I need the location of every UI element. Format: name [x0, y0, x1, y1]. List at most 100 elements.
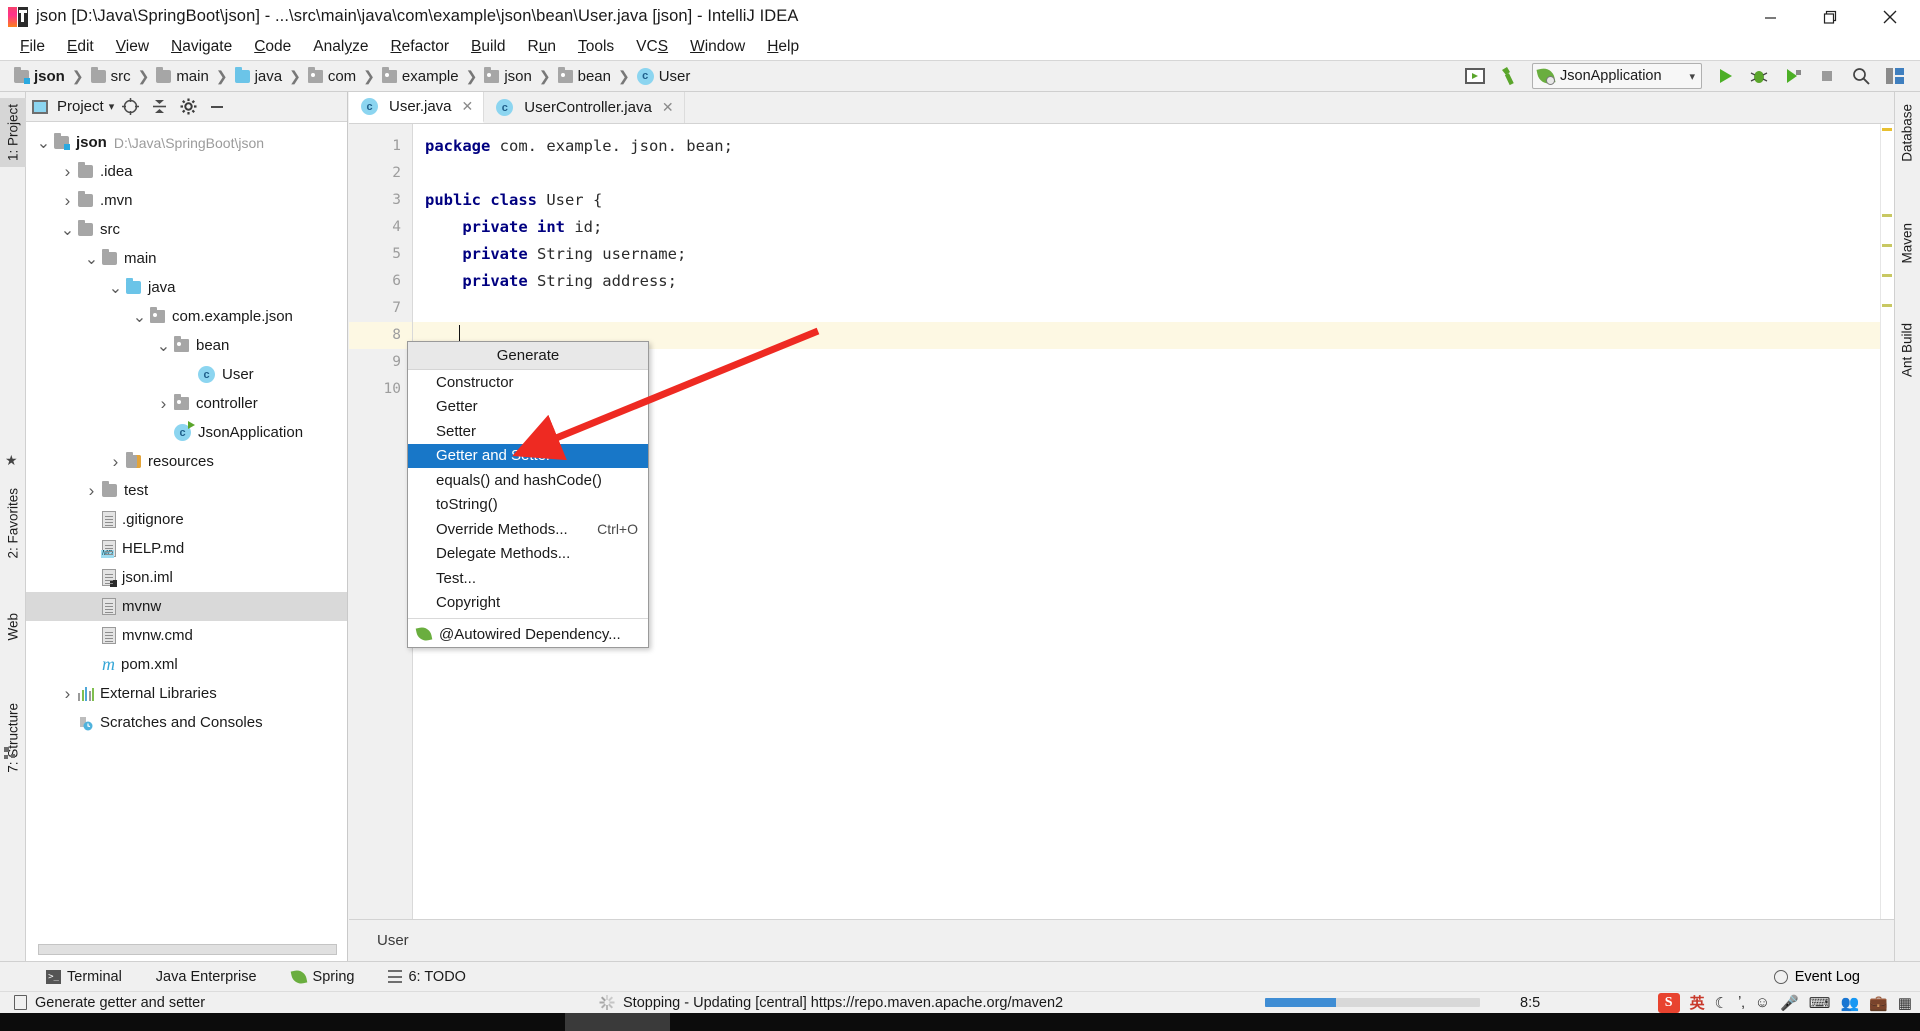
chevron-down-icon[interactable]: ▾ — [109, 100, 115, 113]
ime-users-icon[interactable]: 👥 — [1840, 994, 1859, 1012]
code-marker[interactable] — [1882, 304, 1892, 307]
select-run-target-icon[interactable] — [1460, 62, 1490, 90]
ime-moon-icon[interactable]: ☾ — [1715, 994, 1728, 1012]
search-everywhere-icon[interactable] — [1846, 62, 1876, 90]
tree-node-json-iml[interactable]: json.iml — [26, 563, 347, 592]
menu-file[interactable]: File — [9, 36, 56, 58]
ime-microphone-icon[interactable]: 🎤 — [1780, 994, 1799, 1012]
sogou-ime-icon[interactable]: S — [1657, 992, 1680, 1013]
sidebar-item-database[interactable]: Database — [1894, 98, 1920, 168]
tree-node-com-example-json[interactable]: ⌄ com.example.json — [26, 302, 347, 331]
tree-node-mvn[interactable]: › .mvn — [26, 186, 347, 215]
ime-punctuation-icon[interactable]: ʼ‚ — [1738, 994, 1745, 1011]
menu-refactor[interactable]: Refactor — [379, 36, 460, 58]
caret-position[interactable]: 8:5 — [1520, 995, 1540, 1011]
close-button[interactable] — [1860, 0, 1920, 34]
chevron-down-icon[interactable]: ⌄ — [156, 338, 171, 355]
ime-toolbox-icon[interactable]: 💼 — [1869, 994, 1888, 1012]
chevron-down-icon[interactable]: ⌄ — [84, 251, 99, 268]
ime-emoji-icon[interactable]: ☺ — [1755, 994, 1770, 1011]
menu-item-autowired-dependency[interactable]: @Autowired Dependency... — [408, 622, 648, 647]
scroll-from-source-icon[interactable] — [117, 94, 143, 120]
sidebar-item-project[interactable]: 1: Project — [0, 98, 26, 168]
chevron-down-icon[interactable]: ⌄ — [132, 309, 147, 326]
minimize-button[interactable] — [1740, 0, 1800, 34]
tree-node-mvnw[interactable]: mvnw — [26, 592, 347, 621]
tree-node-scratches-and-consoles[interactable]: Scratches and Consoles — [26, 708, 347, 737]
build-hammer-icon[interactable] — [1494, 62, 1524, 90]
breadcrumb-item-example[interactable]: example — [381, 66, 459, 85]
chevron-right-icon[interactable]: › — [156, 394, 171, 413]
tree-node-bean[interactable]: ⌄ bean — [26, 331, 347, 360]
breadcrumb-item-json[interactable]: json — [484, 66, 532, 85]
code-marker[interactable] — [1882, 274, 1892, 277]
breadcrumb-item-java[interactable]: java — [234, 66, 282, 85]
breadcrumb-item-json[interactable]: json — [14, 66, 65, 85]
tree-node-user[interactable]: c User — [26, 360, 347, 389]
close-icon[interactable]: ✕ — [662, 99, 674, 116]
menu-item-constructor[interactable]: Constructor — [408, 370, 648, 395]
sidebar-item-web[interactable]: Web — [0, 607, 26, 647]
editor-tab-usercontroller-java[interactable]: c UserController.java ✕ — [484, 92, 685, 123]
breadcrumb-item-src[interactable]: src — [90, 66, 131, 85]
sidebar-item-structure[interactable]: 7: Structure — [0, 697, 26, 779]
tree-node-java[interactable]: ⌄ java — [26, 273, 347, 302]
chevron-down-icon[interactable]: ⌄ — [36, 135, 51, 152]
menu-item-equals-and-hashcode[interactable]: equals() and hashCode() — [408, 468, 648, 493]
tool-window-java-enterprise[interactable]: Java Enterprise — [156, 969, 257, 985]
settings-gear-icon[interactable] — [175, 94, 201, 120]
horizontal-scrollbar[interactable] — [38, 944, 337, 955]
layout-icon[interactable] — [1880, 62, 1910, 90]
tool-window-spring[interactable]: Spring — [290, 968, 354, 985]
tool-window-terminal[interactable]: >_ Terminal — [46, 969, 122, 985]
menu-item-setter[interactable]: Setter — [408, 419, 648, 444]
menu-item-copyright[interactable]: Copyright — [408, 591, 648, 616]
breadcrumb-item-com[interactable]: com — [307, 66, 356, 85]
menu-item-test[interactable]: Test... — [408, 566, 648, 591]
run-with-coverage-icon[interactable] — [1778, 62, 1808, 90]
menu-navigate[interactable]: Navigate — [160, 36, 243, 58]
chevron-right-icon[interactable]: › — [60, 191, 75, 210]
tool-window-todo[interactable]: 6: TODO — [388, 969, 466, 985]
close-icon[interactable]: ✕ — [462, 98, 474, 115]
menu-tools[interactable]: Tools — [567, 36, 625, 58]
editor-marker-strip[interactable] — [1880, 124, 1894, 919]
chevron-right-icon[interactable]: › — [60, 684, 75, 703]
tree-node-resources[interactable]: › resources — [26, 447, 347, 476]
breadcrumb-item-bean[interactable]: bean — [557, 66, 611, 85]
tree-node-mvnw-cmd[interactable]: mvnw.cmd — [26, 621, 347, 650]
run-configuration-selector[interactable]: JsonApplication ▾ — [1532, 63, 1702, 89]
code-marker[interactable] — [1882, 214, 1892, 217]
menu-code[interactable]: Code — [243, 36, 302, 58]
menu-run[interactable]: Run — [517, 36, 567, 58]
menu-item-override-methods[interactable]: Override Methods... Ctrl+O — [408, 517, 648, 542]
tree-node-external-libraries[interactable]: › External Libraries — [26, 679, 347, 708]
event-log-button[interactable]: Event Log — [1773, 969, 1920, 985]
ime-keyboard-icon[interactable]: ⌨ — [1809, 994, 1831, 1012]
tree-node-gitignore[interactable]: .gitignore — [26, 505, 347, 534]
tree-node-help-md[interactable]: MD HELP.md — [26, 534, 347, 563]
menu-item-tostring[interactable]: toString() — [408, 493, 648, 518]
stop-icon[interactable] — [1812, 62, 1842, 90]
menu-item-getter[interactable]: Getter — [408, 395, 648, 420]
chevron-right-icon[interactable]: › — [84, 481, 99, 500]
maximize-button[interactable] — [1800, 0, 1860, 34]
debug-icon[interactable] — [1744, 62, 1774, 90]
breadcrumb-item-user[interactable]: c User — [636, 67, 690, 85]
run-icon[interactable] — [1710, 62, 1740, 90]
tree-node-test[interactable]: › test — [26, 476, 347, 505]
sidebar-item-favorites[interactable]: 2: Favorites — [0, 482, 26, 565]
menu-vcs[interactable]: VCS — [625, 36, 679, 58]
menu-view[interactable]: View — [105, 36, 160, 58]
menu-item-getter-and-setter[interactable]: Getter and Setter — [408, 443, 648, 468]
code-marker[interactable] — [1882, 244, 1892, 247]
breadcrumb-item-main[interactable]: main — [156, 66, 209, 85]
menu-analyze[interactable]: Analyze — [302, 36, 379, 58]
tree-node-idea[interactable]: › .idea — [26, 157, 347, 186]
menu-edit[interactable]: Edit — [56, 36, 105, 58]
tree-node-pom-xml[interactable]: m pom.xml — [26, 650, 347, 679]
menu-item-delegate-methods[interactable]: Delegate Methods... — [408, 542, 648, 567]
ime-grid-icon[interactable]: ▦ — [1898, 994, 1912, 1012]
sidebar-item-ant-build[interactable]: Ant Build — [1894, 317, 1920, 383]
tree-node-jsonapplication[interactable]: c JsonApplication — [26, 418, 347, 447]
